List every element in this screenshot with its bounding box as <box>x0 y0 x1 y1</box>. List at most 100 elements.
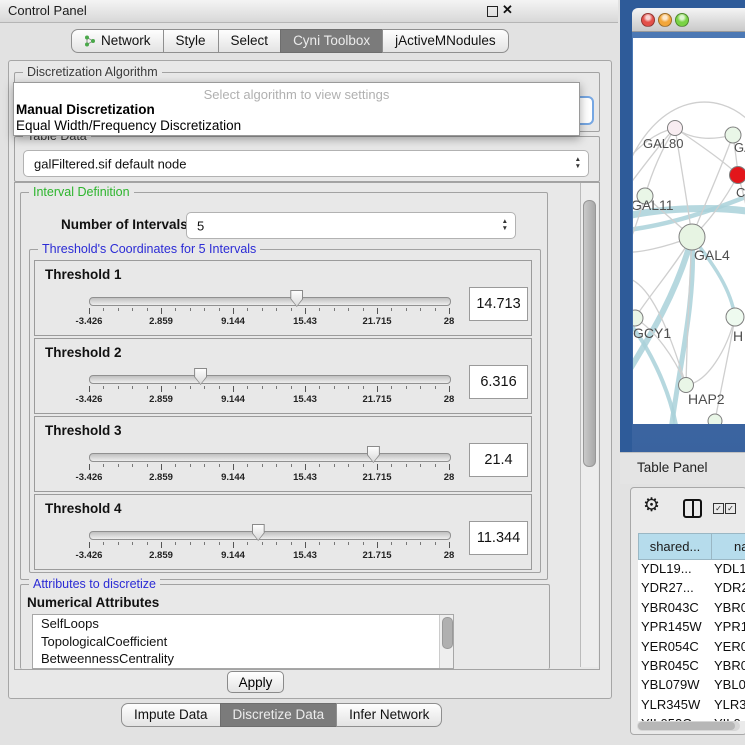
slider-track[interactable] <box>89 297 451 306</box>
column-header-shared-name[interactable]: shared... <box>638 533 712 560</box>
network-edge <box>686 317 735 385</box>
tick-mark <box>175 464 176 467</box>
tab-infer-network[interactable]: Infer Network <box>336 703 442 727</box>
node-label-H: H <box>733 328 743 344</box>
split-columns-icon[interactable] <box>683 499 702 518</box>
cell-name: YER0 <box>714 639 745 654</box>
tick-label: 9.144 <box>221 550 245 561</box>
threshold-value-field[interactable]: 21.4 <box>469 443 528 477</box>
zoom-traffic-light-icon[interactable] <box>675 13 689 27</box>
numerical-attributes-list[interactable]: SelfLoopsTopologicalCoefficientBetweenne… <box>32 614 454 669</box>
number-of-intervals-label: Number of Intervals <box>61 217 188 232</box>
node-label-GA: GA <box>734 140 745 155</box>
table-row[interactable]: YPR145WYPR1 <box>638 617 745 636</box>
network-window-titlebar[interactable] <box>632 8 745 32</box>
table-row[interactable]: YBR043CYBR0 <box>638 598 745 617</box>
table-data-group: Table Data galFiltered.sif default node <box>14 136 600 182</box>
screen: Control Panel ✕ Network Style Select Cyn… <box>0 0 745 745</box>
table-row[interactable]: YBR045CYBR0 <box>638 656 745 675</box>
node-label-GAL11: GAL11 <box>633 197 674 213</box>
tick-mark <box>204 308 205 311</box>
tab-impute-data[interactable]: Impute Data <box>121 703 221 727</box>
attribute-list-item[interactable]: BetweennessCentrality <box>33 650 453 668</box>
tick-label: 21.715 <box>362 394 391 405</box>
tick-mark <box>391 464 392 467</box>
number-of-intervals-combobox[interactable]: 5 <box>186 212 516 239</box>
threshold-value-field[interactable]: 11.344 <box>469 521 528 555</box>
scrollbar-thumb[interactable] <box>442 617 453 649</box>
apply-button[interactable]: Apply <box>227 671 284 693</box>
tick-mark <box>161 464 162 470</box>
checkbox-icon[interactable] <box>713 503 724 514</box>
tick-mark <box>420 386 421 389</box>
tab-label: Cyni Toolbox <box>293 30 370 52</box>
table-row[interactable]: YIL052CYIL0 <box>638 714 745 721</box>
tick-mark <box>175 542 176 545</box>
tick-mark <box>147 464 148 467</box>
panel-scrollbar[interactable] <box>580 183 598 667</box>
tick-mark <box>420 464 421 467</box>
table-row[interactable]: YBL079WYBL0 <box>638 675 745 694</box>
network-node-GCY1[interactable] <box>633 310 643 326</box>
tick-mark <box>291 464 292 467</box>
table-data-combobox[interactable]: galFiltered.sif default node <box>23 150 589 177</box>
tick-mark <box>175 386 176 389</box>
slider-track[interactable] <box>89 375 451 384</box>
minimize-traffic-light-icon[interactable] <box>658 13 672 27</box>
network-node-node-partial[interactable] <box>708 414 722 424</box>
threshold-value-field[interactable]: 14.713 <box>469 287 528 321</box>
table-row[interactable]: YDL19...YDL1 <box>638 559 745 578</box>
tab-cyni-toolbox[interactable]: Cyni Toolbox <box>280 29 383 53</box>
tab-style[interactable]: Style <box>163 29 219 53</box>
close-traffic-light-icon[interactable] <box>641 13 655 27</box>
list-scrollbar[interactable] <box>439 615 453 668</box>
tab-jactivemnodules[interactable]: jActiveMNodules <box>382 29 509 53</box>
control-panel-titlebar: Control Panel ✕ <box>0 0 618 23</box>
tab-select[interactable]: Select <box>218 29 282 53</box>
checkbox-icon[interactable] <box>725 503 736 514</box>
scrollbar-thumb[interactable] <box>583 200 596 467</box>
scrollbar-thumb[interactable] <box>638 722 735 730</box>
network-node-red-node[interactable] <box>730 167 745 184</box>
tick-mark <box>89 542 90 548</box>
spinner-arrows-icon <box>502 219 508 233</box>
network-view[interactable]: GAL80GACGAL11GAL4GCY1HHAP2 <box>633 38 745 424</box>
tick-mark <box>132 386 133 389</box>
table-row[interactable]: YLR345WYLR3 <box>638 695 745 714</box>
gear-icon[interactable] <box>643 494 660 517</box>
tab-discretize-data[interactable]: Discretize Data <box>220 703 338 727</box>
tick-label: 28 <box>444 394 455 405</box>
table-row[interactable]: YDR27...YDR2 <box>638 578 745 597</box>
tick-label: 2.859 <box>149 550 173 561</box>
slider-track[interactable] <box>89 531 451 540</box>
tick-mark <box>233 464 234 470</box>
tick-mark <box>276 386 277 389</box>
tick-mark <box>348 308 349 311</box>
popup-option-manual-discretization[interactable]: Manual Discretization <box>16 102 155 117</box>
horizontal-scrollbar[interactable] <box>637 721 740 731</box>
threshold-value-field[interactable]: 6.316 <box>469 365 528 399</box>
network-node-GAL80[interactable] <box>668 121 683 136</box>
tick-mark <box>147 542 148 545</box>
network-edge <box>692 135 733 237</box>
threshold-row: Threshold 4 -3.4262.8599.14415.4321.7152… <box>34 494 532 570</box>
tick-mark <box>276 542 277 545</box>
tick-mark <box>334 464 335 467</box>
attribute-list-item[interactable]: SelfLoops <box>33 615 453 633</box>
slider-tick-labels: -3.4262.8599.14415.4321.71528 <box>35 394 531 406</box>
float-window-icon[interactable] <box>487 6 498 17</box>
tick-mark <box>132 464 133 467</box>
group-title: Discretization Algorithm <box>23 65 162 79</box>
table-row[interactable]: YER054CYER0 <box>638 637 745 656</box>
tab-network[interactable]: Network <box>71 29 164 53</box>
attribute-list-item[interactable]: TopologicalCoefficient <box>33 633 453 651</box>
column-header-name[interactable]: na <box>711 533 745 560</box>
tick-mark <box>219 386 220 389</box>
slider-track[interactable] <box>89 453 451 462</box>
popup-option-equal-width-frequency[interactable]: Equal Width/Frequency Discretization <box>16 118 241 133</box>
threshold-row: Threshold 3 -3.4262.8599.14415.4321.7152… <box>34 416 532 492</box>
cell-name: YBL0 <box>714 677 745 692</box>
network-node-H[interactable] <box>726 308 744 326</box>
tick-mark <box>305 308 306 314</box>
close-icon[interactable]: ✕ <box>502 2 513 18</box>
